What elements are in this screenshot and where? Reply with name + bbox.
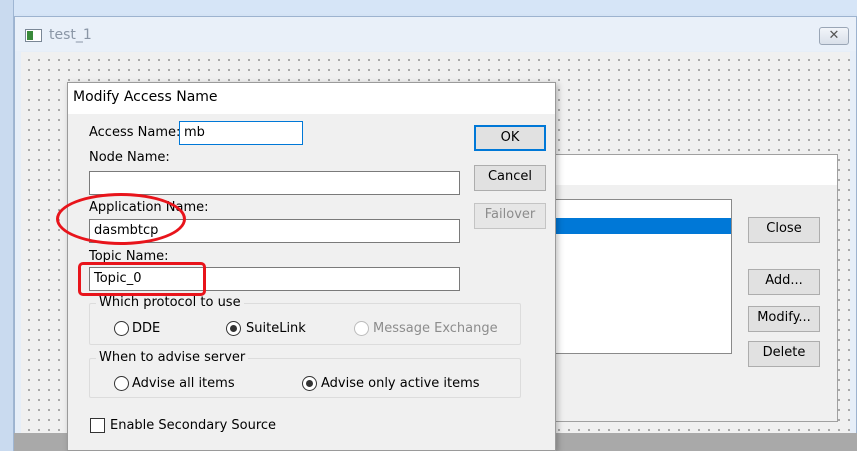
close-button[interactable]: Close	[748, 217, 820, 243]
node-name-field[interactable]	[89, 171, 460, 195]
annotation-ellipse	[56, 193, 186, 245]
delete-button[interactable]: Delete	[748, 341, 820, 367]
desktop-top-strip	[0, 0, 857, 14]
secondary-source-label[interactable]: Enable Secondary Source	[110, 418, 276, 433]
dialog-title: Modify Access Name	[73, 89, 218, 105]
annotation-rectangle	[78, 262, 206, 296]
access-name-label: Access Name:	[89, 125, 181, 140]
message-exchange-radio-label: Message Exchange	[373, 321, 498, 336]
access-name-field[interactable]: mb	[179, 121, 303, 145]
dialog-title-bar[interactable]: Modify Access Name	[68, 83, 555, 114]
advise-all-radio[interactable]	[114, 376, 129, 391]
advise-all-radio-label[interactable]: Advise all items	[132, 376, 235, 391]
dde-radio-label[interactable]: DDE	[132, 321, 160, 336]
access-names-dialog: Close Add... Modify... Delete	[540, 154, 838, 422]
protocol-group-title: Which protocol to use	[96, 295, 244, 310]
advise-active-radio[interactable]	[302, 376, 317, 391]
advise-group-title: When to advise server	[96, 350, 249, 365]
access-names-list[interactable]	[541, 199, 732, 354]
secondary-source-checkbox[interactable]	[90, 418, 105, 433]
window-close-button[interactable]: ✕	[819, 27, 849, 45]
desktop-left-strip	[0, 0, 14, 451]
window-app-icon	[25, 29, 42, 42]
dde-radio[interactable]	[114, 321, 129, 336]
advise-active-radio-label[interactable]: Advise only active items	[321, 376, 480, 391]
access-names-title-bar[interactable]	[541, 155, 837, 185]
cancel-button[interactable]: Cancel	[474, 165, 546, 191]
window-title: test_1	[49, 27, 92, 43]
add-button[interactable]: Add...	[748, 269, 820, 295]
message-exchange-radio	[354, 321, 369, 336]
window-title-bar[interactable]: test_1 ✕	[15, 17, 856, 51]
suitelink-radio-label[interactable]: SuiteLink	[246, 321, 306, 336]
advise-group: When to advise server Advise all items A…	[89, 350, 521, 398]
ok-button[interactable]: OK	[474, 125, 546, 151]
node-name-label: Node Name:	[89, 150, 170, 165]
protocol-group: Which protocol to use DDE SuiteLink Mess…	[89, 295, 521, 345]
suitelink-radio[interactable]	[226, 321, 241, 336]
access-names-selected-row[interactable]	[541, 218, 731, 234]
failover-button: Failover	[474, 203, 546, 229]
modify-button[interactable]: Modify...	[748, 306, 820, 332]
